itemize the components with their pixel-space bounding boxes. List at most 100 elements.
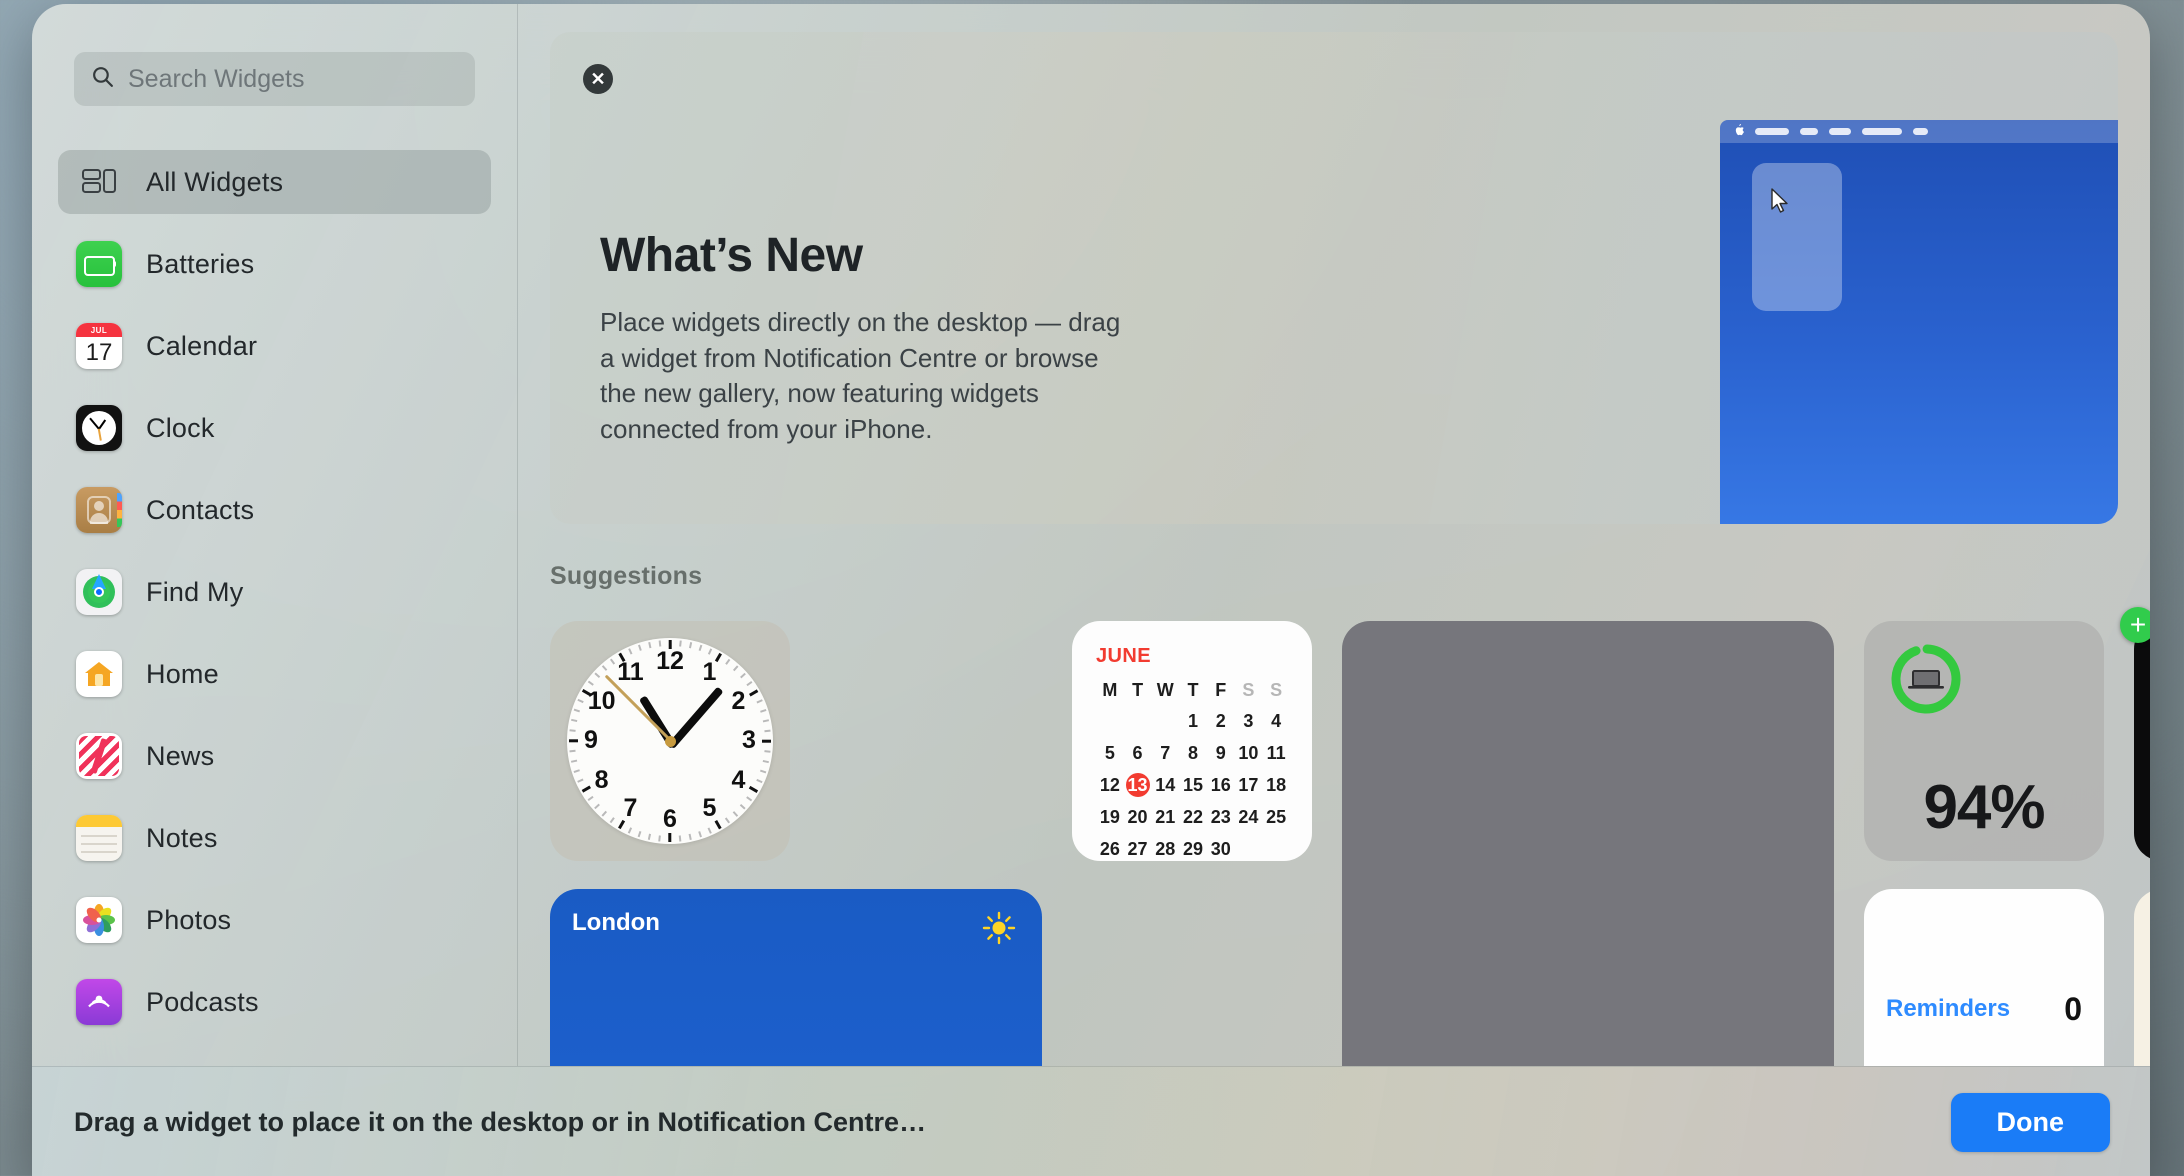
calendar-day: 11 <box>1266 743 1286 763</box>
calendar-day: 5 <box>1104 743 1115 763</box>
window-body: All Widgets Batteries JUL 17 Calendar <box>32 4 2150 1066</box>
sidebar-item-podcasts[interactable]: Podcasts <box>58 970 491 1034</box>
widget-clock[interactable]: 12 1 2 3 4 5 6 7 8 9 10 11 <box>550 621 790 861</box>
clock-tick <box>577 778 584 783</box>
calendar-day: 24 <box>1238 807 1259 827</box>
clock-tick <box>732 665 739 671</box>
done-button[interactable]: Done <box>1950 1093 2110 1152</box>
calendar-day: 10 <box>1238 743 1259 763</box>
sun-icon <box>982 911 1016 950</box>
page-title: What’s New <box>600 229 863 282</box>
calendar-month: JUNE <box>1096 645 1151 667</box>
clock-tick <box>594 803 600 810</box>
widget-battery[interactable]: 94% <box>1864 621 2104 861</box>
sidebar: All Widgets Batteries JUL 17 Calendar <box>32 4 518 1066</box>
all-widgets-icon <box>76 159 122 205</box>
desktop-preview <box>1720 120 2118 524</box>
calendar-blank <box>1096 709 1124 733</box>
podcasts-icon <box>76 979 122 1025</box>
clock-tick <box>658 640 661 647</box>
sidebar-item-home[interactable]: Home <box>58 642 491 706</box>
clock-tick <box>762 759 769 763</box>
search-input[interactable] <box>128 64 459 94</box>
calendar-day: 16 <box>1210 775 1231 795</box>
clock-tick <box>707 827 712 834</box>
clock-tick <box>762 739 771 743</box>
sidebar-item-label: Home <box>146 658 219 689</box>
main-pane: ✕ What’s New Place widgets directly on t… <box>518 4 2150 1066</box>
calendar-day: 8 <box>1187 743 1198 763</box>
calendar-weekday: F <box>1215 680 1227 700</box>
search-field[interactable] <box>74 52 475 106</box>
sidebar-item-notes[interactable]: Notes <box>58 806 491 870</box>
widget-placeholder[interactable] <box>1342 621 1834 1066</box>
whats-new-text: What’s New Place widgets directly on the… <box>550 32 1170 524</box>
sidebar-item-clock[interactable]: Clock <box>58 396 491 460</box>
sidebar-item-label: Photos <box>146 904 232 935</box>
calendar-day: 30 <box>1210 839 1231 859</box>
search-icon <box>90 64 115 94</box>
batteries-icon <box>76 241 122 287</box>
calendar-day: 2 <box>1215 711 1226 731</box>
clock-tick <box>628 827 633 834</box>
widget-reminders[interactable]: Reminders 0 <box>1864 889 2104 1066</box>
clock-tick <box>587 680 594 686</box>
widget-stocks[interactable]: + ▼ AAPL -0.66 Apple Inc. -0.36% <box>2120 607 2150 861</box>
widget-weather[interactable]: London <box>550 889 1042 1066</box>
clock-tick <box>571 719 578 723</box>
sidebar-item-news[interactable]: News <box>58 724 491 788</box>
add-widget-button[interactable]: + <box>2120 607 2150 643</box>
stock-price: 183.12 <box>2134 794 2150 849</box>
calendar-day: 20 <box>1127 807 1148 827</box>
clock-tick <box>679 640 682 647</box>
widget-gallery-window: All Widgets Batteries JUL 17 Calendar <box>32 4 2150 1176</box>
sidebar-item-all-widgets[interactable]: All Widgets <box>58 150 491 214</box>
notes-icon <box>76 815 122 861</box>
whats-new-card: ✕ What’s New Place widgets directly on t… <box>550 32 2118 524</box>
calendar-day: 25 <box>1266 807 1287 827</box>
sidebar-item-label: All Widgets <box>146 166 284 197</box>
clock-tick <box>746 680 753 686</box>
close-icon[interactable]: ✕ <box>583 64 613 94</box>
clock-tick <box>668 833 672 842</box>
weather-city: London <box>572 909 660 936</box>
sidebar-item-batteries[interactable]: Batteries <box>58 232 491 296</box>
sidebar-item-photos[interactable]: Photos <box>58 888 491 952</box>
calendar-weekday: T <box>1132 680 1144 700</box>
clock-tick <box>698 644 702 651</box>
sidebar-item-label: Podcasts <box>146 986 259 1017</box>
calendar-day: 14 <box>1155 775 1176 795</box>
clock-number: 11 <box>617 657 644 686</box>
clock-tick <box>638 644 642 651</box>
calendar-day: 15 <box>1182 775 1203 795</box>
widget-notes-preview[interactable] <box>2134 889 2150 1066</box>
clock-tick <box>658 835 661 842</box>
calendar-day: 22 <box>1182 807 1203 827</box>
calendar-weekday: M <box>1102 680 1118 700</box>
widget-calendar[interactable]: JUNE M T W T F S S 1 2 3 4 5 6 7 8 9 10 11 12 13 14 15 16 17 18 1… <box>1072 621 1312 861</box>
sidebar-item-label: Clock <box>146 412 215 443</box>
clock-number: 9 <box>584 726 598 754</box>
calendar-day: 21 <box>1155 807 1176 827</box>
clock-icon <box>76 405 122 451</box>
calendar-icon-day: 17 <box>85 338 113 366</box>
preview-menubar <box>1720 120 2118 143</box>
calendar-blank <box>1124 709 1152 733</box>
sidebar-item-label: Batteries <box>146 248 255 279</box>
clock-number: 3 <box>742 726 756 754</box>
sidebar-item-find-my[interactable]: Find My <box>58 560 491 624</box>
clock-tick <box>601 811 608 817</box>
clock-number: 6 <box>663 805 677 833</box>
clock-tick <box>740 803 746 810</box>
reminders-count: 0 <box>2064 990 2082 1027</box>
clock-tick <box>740 672 746 679</box>
clock-tick <box>571 759 578 763</box>
reminders-title: Reminders <box>1886 995 2011 1022</box>
sidebar-item-contacts[interactable]: Contacts <box>58 478 491 542</box>
calendar-day: 9 <box>1215 743 1226 763</box>
calendar-day: 28 <box>1155 839 1176 859</box>
calendar-day: 3 <box>1243 711 1254 731</box>
sidebar-list: All Widgets Batteries JUL 17 Calendar Cl… <box>32 150 517 1034</box>
calendar-day: 12 <box>1099 775 1120 795</box>
sidebar-item-calendar[interactable]: JUL 17 Calendar <box>58 314 491 378</box>
